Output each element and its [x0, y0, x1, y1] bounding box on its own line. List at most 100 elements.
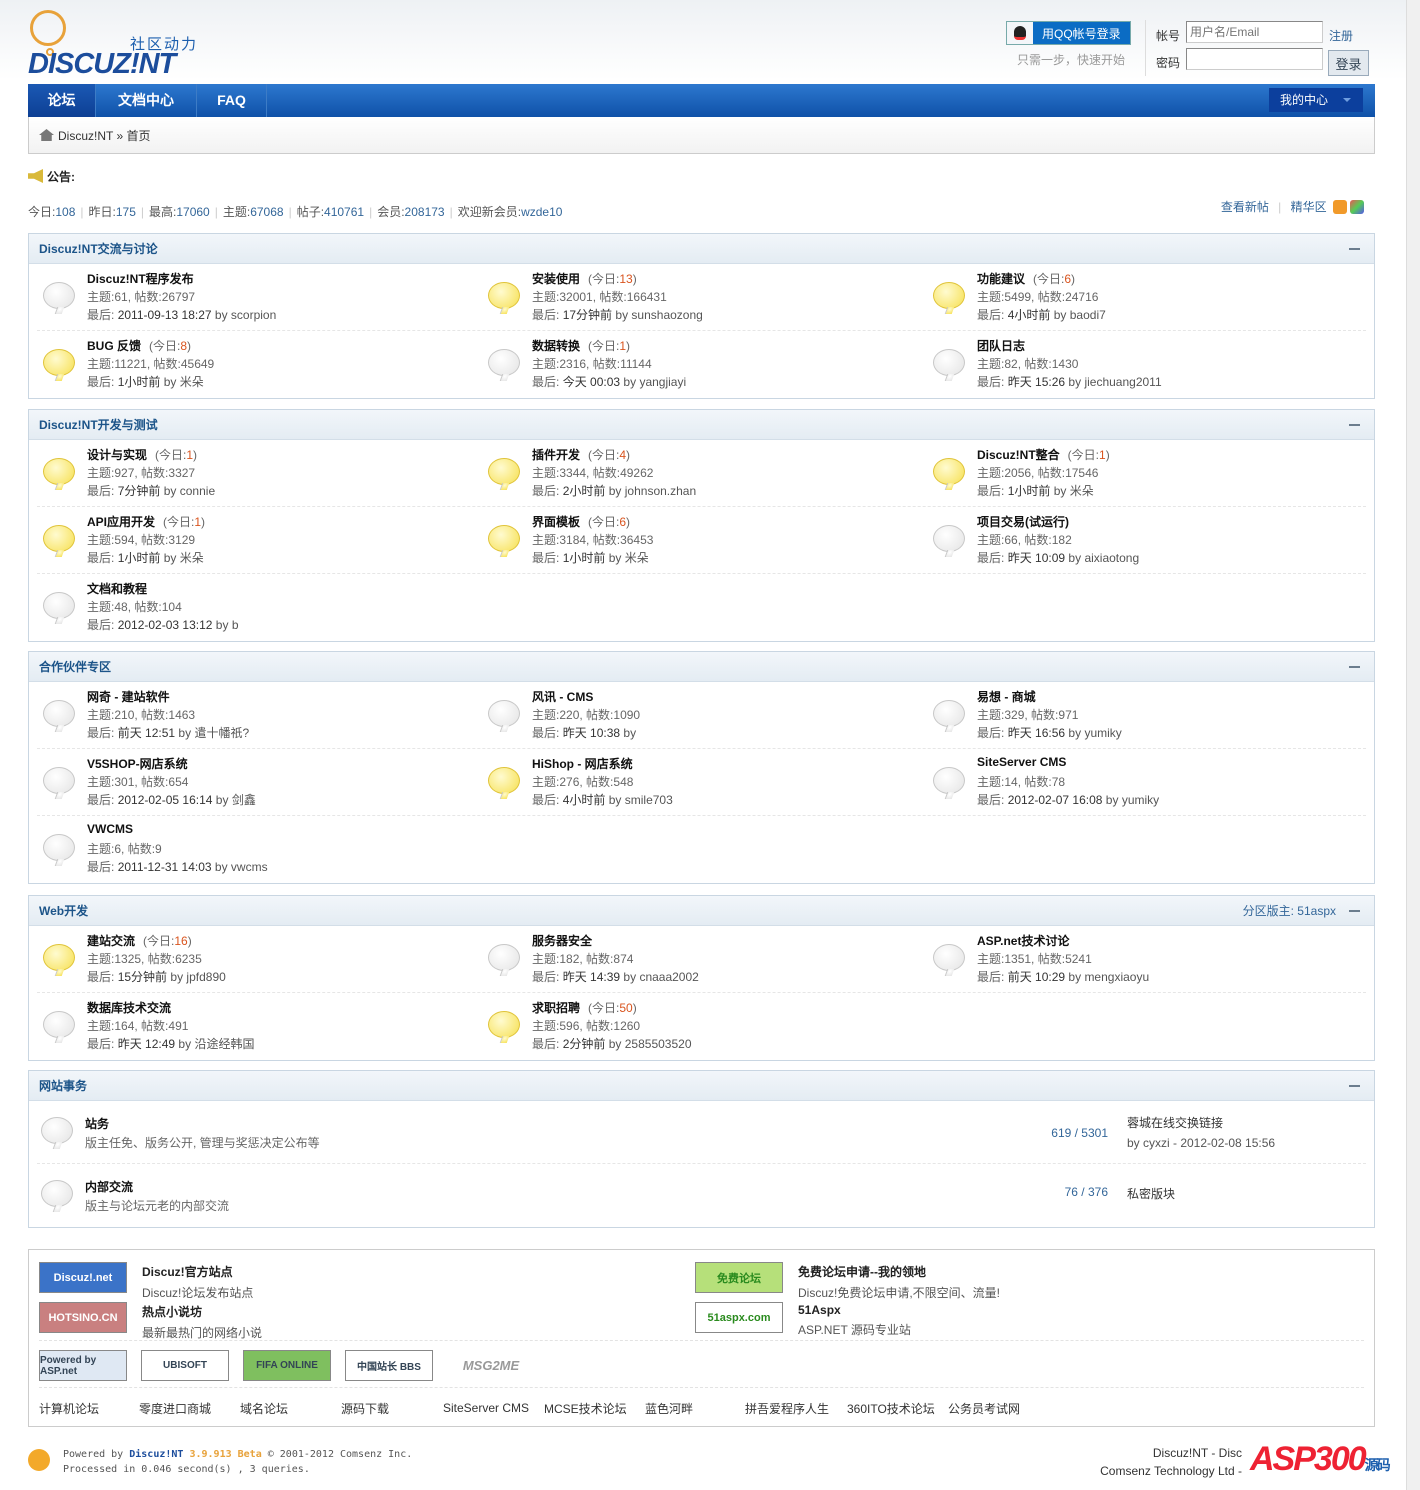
text-link[interactable]: 源码下载 [341, 1400, 389, 1417]
last-poster[interactable]: baodi7 [1070, 308, 1106, 322]
forum-name-text[interactable]: Discuz!NT程序发布 [87, 272, 194, 286]
last-poster[interactable]: 米朵 [1070, 484, 1094, 498]
forum-name[interactable]: 数据库技术交流 [87, 999, 171, 1016]
forum-name-text[interactable]: 易想 - 商城 [977, 690, 1036, 704]
last-time[interactable]: 前天 10:29 [1008, 970, 1065, 984]
partner-logo[interactable]: MSG2ME [447, 1350, 535, 1381]
collapse-icon[interactable] [1349, 666, 1360, 668]
rss-icon[interactable] [1333, 200, 1347, 214]
section-header[interactable]: Discuz!NT开发与测试 [29, 410, 1374, 440]
last-time[interactable]: 昨天 10:38 [563, 726, 620, 740]
scrollbar[interactable] [1406, 0, 1420, 1490]
friend-logo[interactable]: 51aspx.com [695, 1302, 783, 1333]
forum-name[interactable]: VWCMS [87, 822, 133, 836]
forum-name[interactable]: 风讯 - CMS [532, 688, 593, 705]
forum-name-text[interactable]: 界面模板 [532, 515, 580, 529]
forum-name[interactable]: 服务器安全 [532, 932, 592, 949]
forum-name-text[interactable]: 网奇 - 建站软件 [87, 690, 170, 704]
forum-name[interactable]: 安装使用 (今日:13) [532, 270, 637, 287]
forum-name-text[interactable]: 数据库技术交流 [87, 1001, 171, 1015]
friend-logo[interactable]: 免费论坛 [695, 1262, 783, 1293]
my-center-dropdown[interactable]: 我的中心 [1269, 88, 1363, 112]
new-posts-link[interactable]: 查看新帖 [1221, 200, 1269, 214]
forum-name[interactable]: 团队日志 [977, 337, 1025, 354]
forum-name-text[interactable]: 求职招聘 [532, 1001, 580, 1015]
forum-name[interactable]: 文档和教程 [87, 580, 147, 597]
forum-name[interactable]: 功能建议 (今日:6) [977, 270, 1075, 287]
forum-name-text[interactable]: 设计与实现 [87, 448, 147, 462]
forum-name[interactable]: 数据转换 (今日:1) [532, 337, 630, 354]
last-time[interactable]: 2小时前 [563, 484, 606, 498]
forum-name-text[interactable]: 建站交流 [87, 934, 135, 948]
last-poster[interactable]: smile703 [625, 793, 673, 807]
last-poster[interactable]: cnaaa2002 [639, 970, 698, 984]
discuz-logo[interactable]: 社区动力 DISCUZ!NT [28, 10, 203, 80]
forum-name-text[interactable]: 文档和教程 [87, 582, 147, 596]
last-poster[interactable]: 沿途经韩国 [194, 1037, 254, 1051]
stat-value[interactable]: 410761 [324, 205, 364, 219]
last-poster[interactable]: sunshaozong [631, 308, 702, 322]
login-button[interactable]: 登录 [1328, 50, 1369, 76]
nav-docs[interactable]: 文档中心 [96, 84, 197, 117]
last-poster[interactable]: 米朵 [180, 551, 204, 565]
last-time[interactable]: 2012-02-07 16:08 [1008, 793, 1103, 807]
register-link[interactable]: 注册 [1329, 27, 1353, 44]
forum-name[interactable]: 建站交流 (今日:16) [87, 932, 192, 949]
last-poster[interactable]: aixiaotong [1084, 551, 1139, 565]
account-input[interactable] [1186, 21, 1323, 43]
last-time[interactable]: 2分钟前 [563, 1037, 606, 1051]
widget-icon[interactable] [1350, 200, 1364, 214]
text-link[interactable]: SiteServer CMS [443, 1401, 529, 1415]
forum-name-text[interactable]: API应用开发 [87, 515, 155, 529]
friend-link-name[interactable]: 免费论坛申请--我的领地 [798, 1263, 1000, 1280]
last-poster[interactable]: yangjiayi [639, 375, 686, 389]
text-link[interactable]: 蓝色河畔 [645, 1400, 693, 1417]
forum-name[interactable]: 内部交流 [85, 1178, 133, 1195]
last-time[interactable]: 昨天 12:49 [118, 1037, 175, 1051]
last-time[interactable]: 1小时前 [563, 551, 606, 565]
forum-name-text[interactable]: 项目交易(试运行) [977, 515, 1069, 529]
last-poster[interactable]: vwcms [231, 860, 268, 874]
moderator-name[interactable]: 51aspx [1297, 904, 1336, 918]
forum-name[interactable]: SiteServer CMS [977, 755, 1066, 769]
partner-logo[interactable]: UBISOFT [141, 1350, 229, 1381]
nav-forum[interactable]: 论坛 [28, 84, 96, 117]
collapse-icon[interactable] [1349, 1085, 1360, 1087]
forum-name[interactable]: 设计与实现 (今日:1) [87, 446, 197, 463]
last-poster[interactable]: mengxiaoyu [1084, 970, 1149, 984]
forum-name[interactable]: 站务 [85, 1115, 109, 1132]
home-icon[interactable] [39, 129, 54, 141]
forum-name[interactable]: V5SHOP-网店系统 [87, 755, 188, 772]
last-time[interactable]: 17分钟前 [563, 308, 612, 322]
stat-value[interactable]: 67068 [250, 205, 283, 219]
text-link[interactable]: MCSE技术论坛 [544, 1400, 627, 1417]
friend-logo[interactable]: Discuz!.net [39, 1262, 127, 1293]
last-time[interactable]: 2011-09-13 18:27 [118, 308, 212, 322]
partner-logo[interactable]: Powered by ASP.net [39, 1350, 127, 1381]
forum-name[interactable]: API应用开发 (今日:1) [87, 513, 205, 530]
forum-name-text[interactable]: V5SHOP-网店系统 [87, 757, 188, 771]
last-time[interactable]: 昨天 16:56 [1008, 726, 1065, 740]
stat-value[interactable]: wzde10 [521, 205, 562, 219]
last-post-title[interactable]: 私密版块 [1127, 1185, 1175, 1202]
last-time[interactable]: 4小时前 [1008, 308, 1051, 322]
last-time[interactable]: 1小时前 [1008, 484, 1051, 498]
forum-name-text[interactable]: SiteServer CMS [977, 755, 1066, 769]
forum-name[interactable]: ASP.net技术讨论 [977, 932, 1069, 949]
collapse-icon[interactable] [1349, 424, 1360, 426]
forum-name[interactable]: 易想 - 商城 [977, 688, 1036, 705]
digest-link[interactable]: 精华区 [1291, 200, 1327, 214]
text-link[interactable]: 计算机论坛 [39, 1400, 99, 1417]
forum-name[interactable]: BUG 反馈 (今日:8) [87, 337, 191, 354]
collapse-icon[interactable] [1349, 248, 1360, 250]
last-poster[interactable]: 2585503520 [625, 1037, 692, 1051]
section-title[interactable]: Discuz!NT交流与讨论 [39, 242, 158, 256]
section-header[interactable]: 合作伙伴专区 [29, 652, 1374, 682]
last-time[interactable]: 7分钟前 [118, 484, 161, 498]
qq-login-button[interactable]: 用QQ帐号登录 [1006, 21, 1131, 45]
last-time[interactable]: 昨天 14:39 [563, 970, 620, 984]
forum-name-text[interactable]: HiShop - 网店系统 [532, 757, 633, 771]
forum-name-text[interactable]: VWCMS [87, 822, 133, 836]
last-time[interactable]: 昨天 10:09 [1008, 551, 1065, 565]
last-poster[interactable]: 米朵 [180, 375, 204, 389]
